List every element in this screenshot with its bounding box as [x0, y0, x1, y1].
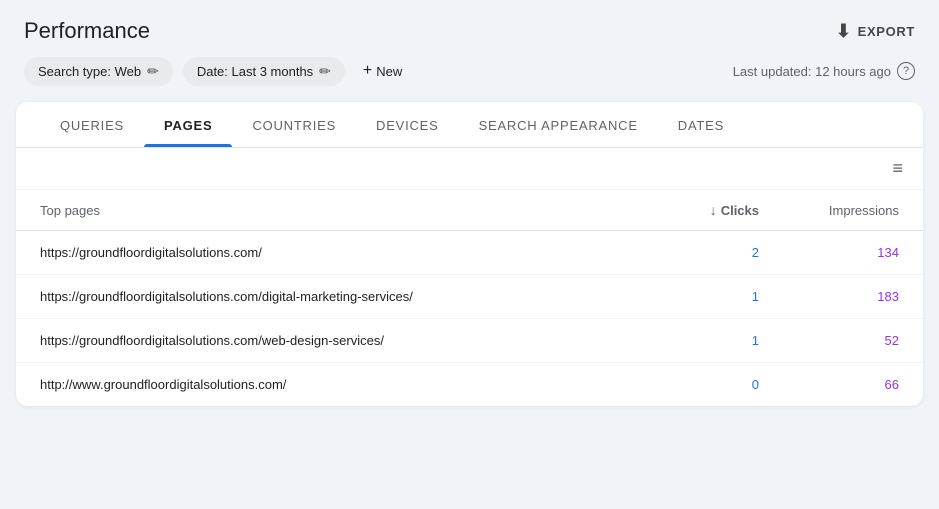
table-header: Top pages ↓ Clicks Impressions — [16, 190, 923, 231]
cell-url[interactable]: https://groundfloordigitalsolutions.com/… — [40, 333, 639, 348]
cell-clicks: 1 — [639, 289, 759, 304]
search-type-edit-icon: ✏ — [147, 63, 159, 80]
table-row: https://groundfloordigitalsolutions.com/… — [16, 231, 923, 275]
page-title: Performance — [24, 18, 150, 44]
cell-impressions: 66 — [759, 377, 899, 392]
cell-url[interactable]: https://groundfloordigitalsolutions.com/… — [40, 289, 639, 304]
date-label: Date: Last 3 months — [197, 64, 313, 79]
table-row: http://www.groundfloordigitalsolutions.c… — [16, 363, 923, 406]
cell-impressions: 183 — [759, 289, 899, 304]
tab-queries[interactable]: QUERIES — [40, 102, 144, 147]
search-type-filter[interactable]: Search type: Web ✏ — [24, 57, 173, 86]
sort-down-icon: ↓ — [710, 202, 717, 218]
cell-clicks: 2 — [639, 245, 759, 260]
col-page-header: Top pages — [40, 203, 639, 218]
export-button[interactable]: ⬇ EXPORT — [836, 21, 915, 42]
main-card: QUERIES PAGES COUNTRIES DEVICES SEARCH A… — [16, 102, 923, 406]
cell-impressions: 52 — [759, 333, 899, 348]
last-updated: Last updated: 12 hours ago ? — [733, 62, 915, 80]
cell-url[interactable]: http://www.groundfloordigitalsolutions.c… — [40, 377, 639, 392]
new-filter-button[interactable]: + New — [355, 56, 410, 86]
search-type-label: Search type: Web — [38, 64, 141, 79]
table-row: https://groundfloordigitalsolutions.com/… — [16, 319, 923, 363]
tab-pages[interactable]: PAGES — [144, 102, 232, 147]
cell-url[interactable]: https://groundfloordigitalsolutions.com/ — [40, 245, 639, 260]
tab-dates[interactable]: DATES — [658, 102, 744, 147]
col-clicks-header: ↓ Clicks — [639, 202, 759, 218]
tab-devices[interactable]: DEVICES — [356, 102, 459, 147]
tabs-bar: QUERIES PAGES COUNTRIES DEVICES SEARCH A… — [16, 102, 923, 148]
filters-bar: Search type: Web ✏ Date: Last 3 months ✏… — [0, 56, 939, 102]
help-icon[interactable]: ? — [897, 62, 915, 80]
new-label: New — [376, 64, 402, 79]
plus-icon: + — [363, 62, 372, 80]
filter-list-icon[interactable]: ≡ — [892, 158, 903, 179]
export-icon: ⬇ — [836, 21, 852, 42]
cell-clicks: 0 — [639, 377, 759, 392]
cell-impressions: 134 — [759, 245, 899, 260]
filter-row: ≡ — [16, 148, 923, 190]
table-row: https://groundfloordigitalsolutions.com/… — [16, 275, 923, 319]
col-impressions-header: Impressions — [759, 203, 899, 218]
export-label: EXPORT — [858, 24, 915, 39]
last-updated-text: Last updated: 12 hours ago — [733, 64, 891, 79]
cell-clicks: 1 — [639, 333, 759, 348]
date-filter[interactable]: Date: Last 3 months ✏ — [183, 57, 345, 86]
table-body: https://groundfloordigitalsolutions.com/… — [16, 231, 923, 406]
tab-search-appearance[interactable]: SEARCH APPEARANCE — [459, 102, 658, 147]
tab-countries[interactable]: COUNTRIES — [232, 102, 356, 147]
date-edit-icon: ✏ — [319, 63, 331, 80]
